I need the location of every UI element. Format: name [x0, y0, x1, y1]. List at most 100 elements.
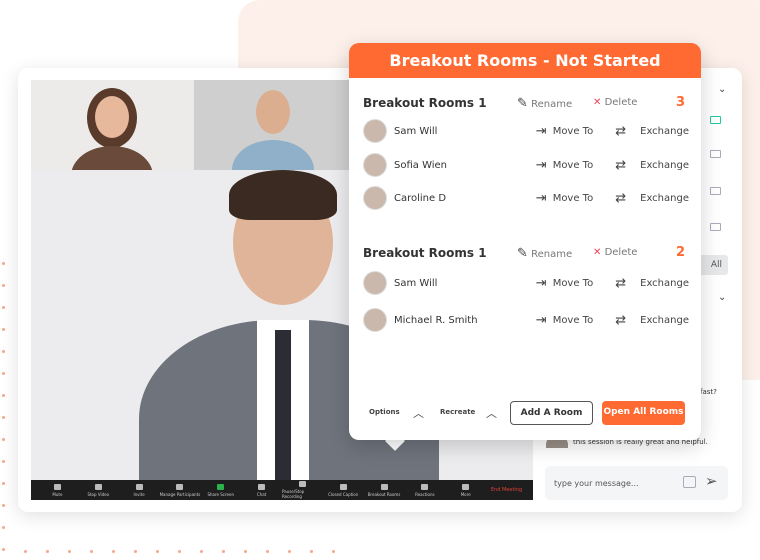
member-count: 3	[675, 95, 685, 110]
dot	[332, 550, 335, 553]
avatar	[363, 271, 387, 295]
exchange-button[interactable]: ⇄ Exchange	[615, 124, 689, 139]
toolbar-button[interactable]: Breakout Rooms	[364, 483, 405, 497]
member-name: Michael R. Smith	[394, 314, 478, 326]
dot	[244, 550, 247, 553]
avatar	[363, 308, 387, 332]
add-room-button[interactable]: Add A Room	[510, 401, 593, 425]
options-label[interactable]: Options	[369, 408, 400, 416]
toolbar-button[interactable]: Chat	[241, 483, 282, 497]
pencil-icon: ✎	[517, 246, 528, 261]
open-all-rooms-button[interactable]: Open All Rooms	[602, 401, 685, 425]
exchange-button[interactable]: ⇄ Exchange	[615, 313, 689, 328]
close-icon: ✕	[593, 97, 602, 108]
toolbar-label: Stop Video	[87, 491, 110, 497]
move-to-icon: ⇥	[535, 157, 547, 173]
chevron-up-icon[interactable]: ︿	[486, 405, 497, 421]
dot	[2, 548, 5, 551]
modal-title: Breakout Rooms - Not Started	[349, 43, 701, 78]
toolbar-label: Manage Participants	[159, 491, 201, 497]
toolbar-button[interactable]: Manage Participants	[159, 483, 201, 497]
toolbar-button[interactable]: Share Screen	[200, 483, 241, 497]
chat-input[interactable]: type your message...	[545, 466, 728, 500]
toolbar-button[interactable]: Closed Caption	[323, 483, 364, 497]
delete-button[interactable]: ✕ Delete	[593, 247, 637, 258]
rename-button[interactable]: ✎ Rename	[517, 246, 572, 261]
exchange-button[interactable]: ⇄ Exchange	[615, 158, 689, 173]
chevron-down-icon[interactable]: ⌄	[718, 292, 726, 303]
end-meeting-button[interactable]: End Meeting	[486, 487, 527, 493]
participant-tile[interactable]	[31, 80, 193, 170]
toolbar-label: Share Screen	[207, 491, 235, 497]
exchange-label: Exchange	[640, 159, 689, 171]
meeting-toolbar: Mute Stop Video Invite Manage Participants S…	[31, 480, 533, 500]
send-icon[interactable]: ➢	[705, 472, 718, 490]
toolbar-icon	[217, 483, 225, 490]
exchange-icon: ⇄	[615, 312, 627, 328]
attachment-icon[interactable]	[683, 476, 696, 488]
exchange-icon: ⇄	[615, 123, 627, 139]
list-item: Caroline D ⇥ Move To ⇄ Exchange	[363, 185, 689, 211]
move-to-button[interactable]: ⇥ Move To	[536, 191, 593, 206]
dot	[2, 372, 5, 375]
toolbar-icon	[339, 483, 347, 490]
member-name: Sofia Wien	[394, 159, 448, 171]
delete-label: Delete	[604, 97, 638, 108]
participant-tile[interactable]	[194, 80, 349, 170]
toolbar-button[interactable]: Pause/Stop Recording	[282, 481, 323, 499]
move-to-label: Move To	[552, 314, 594, 326]
toolbar-button[interactable]: More	[445, 483, 486, 497]
exchange-label: Exchange	[640, 277, 689, 289]
exchange-button[interactable]: ⇄ Exchange	[615, 191, 689, 206]
room-title: Breakout Rooms 1	[363, 246, 487, 260]
toolbar-icon	[53, 483, 61, 490]
dot	[2, 284, 5, 287]
delete-button[interactable]: ✕ Delete	[593, 97, 637, 108]
dot	[2, 460, 5, 463]
toolbar-icon	[135, 483, 143, 490]
toolbar-icon	[421, 483, 429, 490]
move-to-icon: ⇥	[535, 190, 547, 206]
dot	[24, 550, 27, 553]
dot	[200, 550, 203, 553]
video-off-icon[interactable]	[710, 150, 721, 158]
toolbar-label: Chat	[256, 491, 267, 497]
video-off-icon[interactable]	[710, 187, 721, 195]
move-to-button[interactable]: ⇥ Move To	[536, 276, 593, 291]
move-to-label: Move To	[552, 277, 594, 289]
chevron-down-icon[interactable]: ⌄	[718, 84, 726, 95]
toolbar-label: Reactions	[415, 491, 435, 497]
toolbar-button[interactable]: Invite	[119, 483, 160, 497]
close-icon: ✕	[593, 247, 602, 258]
exchange-icon: ⇄	[615, 190, 627, 206]
rename-label: Rename	[531, 99, 573, 110]
toolbar-icon	[298, 481, 306, 487]
chevron-up-icon[interactable]: ︿	[413, 405, 424, 421]
list-item: Sofia Wien ⇥ Move To ⇄ Exchange	[363, 152, 689, 178]
list-item: Sam Will ⇥ Move To ⇄ Exchange	[363, 118, 689, 144]
toolbar-label: More	[460, 491, 471, 497]
dot	[2, 416, 5, 419]
dot	[68, 550, 71, 553]
dot	[2, 482, 5, 485]
toolbar-button[interactable]: Stop Video	[78, 483, 119, 497]
toolbar-label: Mute	[52, 491, 63, 497]
move-to-button[interactable]: ⇥ Move To	[536, 158, 593, 173]
recreate-label[interactable]: Recreate	[440, 408, 475, 416]
dot	[2, 262, 5, 265]
chat-message: fast?	[700, 388, 717, 396]
move-to-button[interactable]: ⇥ Move To	[536, 313, 593, 328]
rename-button[interactable]: ✎ Rename	[517, 96, 572, 111]
breakout-rooms-modal: Breakout Rooms - Not Started Breakout Ro…	[349, 43, 701, 440]
dot	[310, 550, 313, 553]
video-off-icon[interactable]	[710, 223, 721, 231]
toolbar-button[interactable]: Mute	[37, 483, 78, 497]
dot	[2, 394, 5, 397]
toolbar-button[interactable]: Reactions	[404, 483, 445, 497]
video-on-icon[interactable]	[710, 116, 721, 124]
list-item: Michael R. Smith ⇥ Move To ⇄ Exchange	[363, 307, 689, 333]
toolbar-icon	[380, 483, 388, 490]
exchange-button[interactable]: ⇄ Exchange	[615, 276, 689, 291]
toolbar-label: Invite	[133, 491, 145, 497]
move-to-button[interactable]: ⇥ Move To	[536, 124, 593, 139]
